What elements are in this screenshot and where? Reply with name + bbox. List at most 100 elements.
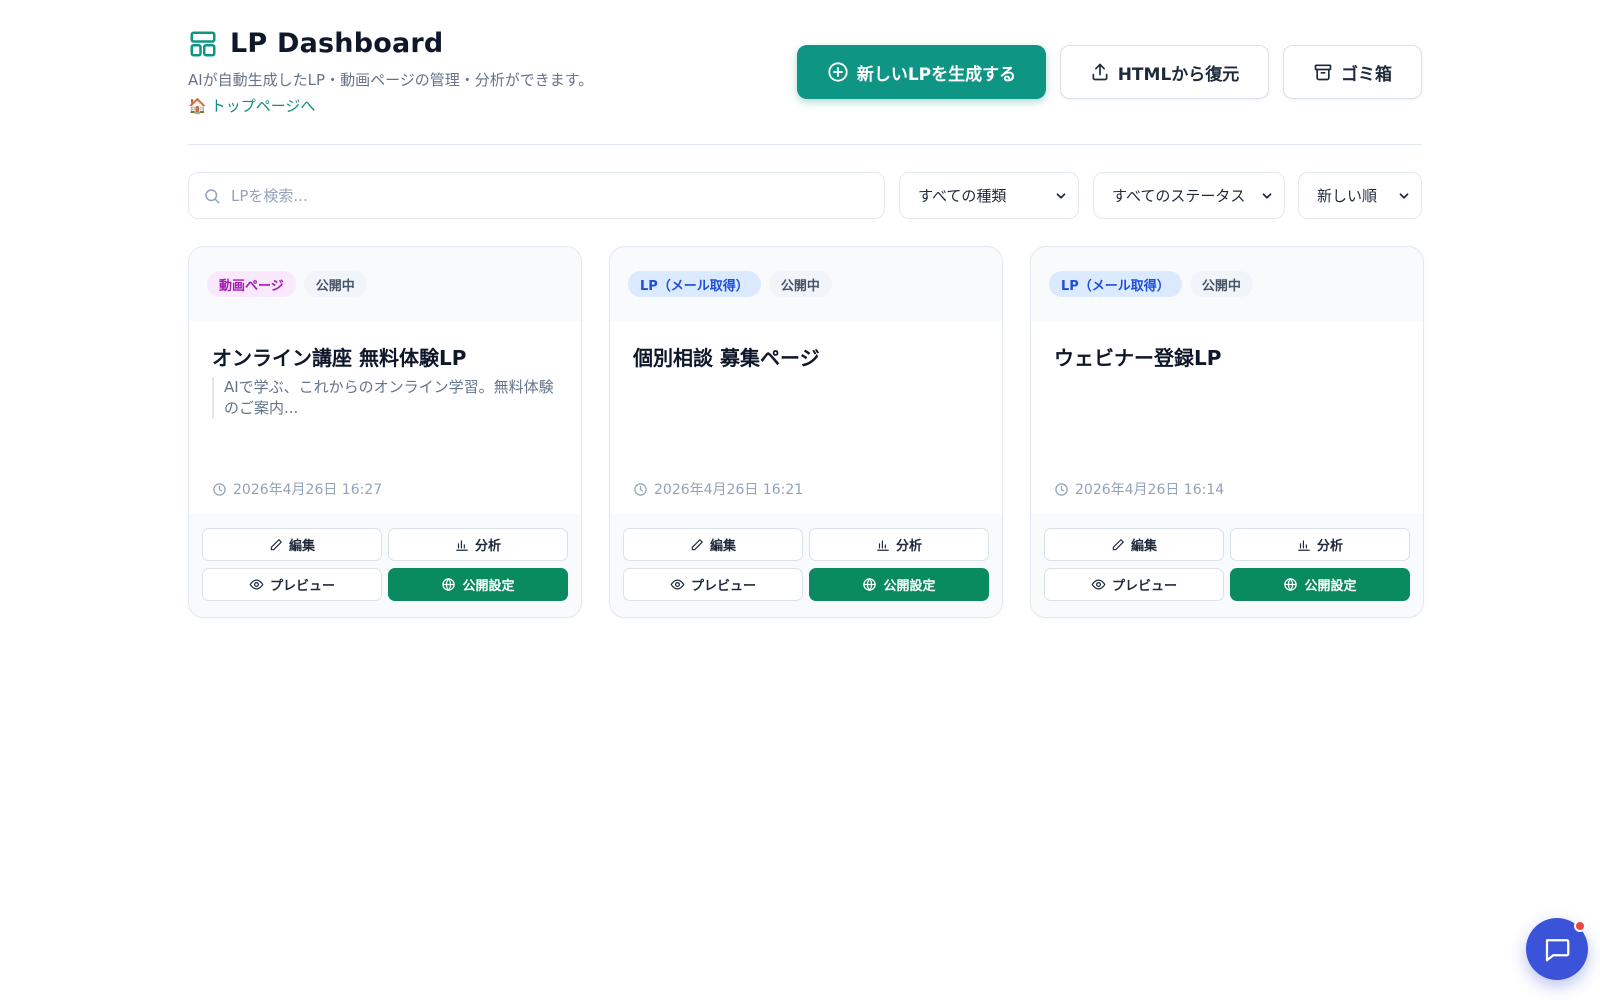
card-actions: 編集 分析 プレビュー 公開設定 — [189, 514, 581, 617]
preview-button[interactable]: プレビュー — [1044, 568, 1224, 601]
new-lp-button[interactable]: 新しいLPを生成する — [797, 45, 1046, 99]
globe-icon — [442, 577, 456, 592]
top-page-link-label: トップページへ — [210, 97, 316, 115]
card-date: 2026年4月26日 16:27 — [212, 479, 382, 499]
card-badges: 動画ページ 公開中 — [189, 247, 581, 321]
bar-chart-icon — [1298, 539, 1310, 551]
search-box — [188, 172, 885, 219]
status-badge: 公開中 — [303, 271, 367, 297]
eye-icon — [670, 579, 685, 590]
card-actions: 編集 分析 プレビュー 公開設定 — [610, 514, 1002, 617]
preview-button-label: プレビュー — [690, 579, 756, 594]
restore-html-button-label: HTMLから復元 — [1117, 64, 1240, 85]
restore-html-button[interactable]: HTMLから復元 — [1060, 45, 1269, 99]
pencil-icon — [270, 538, 282, 550]
chevron-down-icon — [1399, 192, 1409, 199]
status-badge: 公開中 — [1189, 271, 1253, 297]
card-date-text: 2026年4月26日 16:27 — [233, 482, 383, 498]
preview-button-label: プレビュー — [269, 579, 335, 594]
chat-widget-button[interactable] — [1526, 918, 1588, 980]
card-date: 2026年4月26日 16:21 — [633, 479, 803, 499]
globe-icon — [1284, 577, 1298, 592]
layout-icon — [190, 31, 216, 56]
lp-card: 動画ページ 公開中 オンライン講座 無料体験LP AIで学ぶ、これからのオンライ… — [188, 246, 582, 618]
search-input[interactable] — [231, 186, 831, 205]
clock-icon — [634, 482, 647, 496]
eye-icon — [249, 579, 264, 590]
bar-chart-icon — [456, 539, 468, 551]
edit-button[interactable]: 編集 — [1044, 528, 1224, 561]
title-row: LP Dashboard — [188, 28, 443, 59]
header-actions: 新しいLPを生成する HTMLから復元 ゴミ箱 — [797, 45, 1422, 99]
type-select-value: すべての種類 — [918, 187, 1007, 205]
card-title: 個別相談 募集ページ — [633, 346, 820, 370]
analytics-button[interactable]: 分析 — [809, 528, 989, 561]
lp-card-list: 動画ページ 公開中 オンライン講座 無料体験LP AIで学ぶ、これからのオンライ… — [188, 246, 1424, 618]
edit-button[interactable]: 編集 — [623, 528, 803, 561]
status-badge: 公開中 — [768, 271, 832, 297]
pencil-icon — [691, 538, 703, 550]
home-icon: 🏠 — [188, 96, 207, 115]
edit-button-label: 編集 — [709, 539, 736, 554]
lp-card: LP（メール取得） 公開中 ウェビナー登録LP 2026年4月26日 16:14… — [1030, 246, 1424, 618]
analytics-button[interactable]: 分析 — [1230, 528, 1410, 561]
plus-circle-icon — [828, 62, 848, 82]
publish-settings-button[interactable]: 公開設定 — [388, 568, 568, 601]
publish-settings-button[interactable]: 公開設定 — [809, 568, 989, 601]
analytics-button[interactable]: 分析 — [388, 528, 568, 561]
upload-icon — [1092, 63, 1108, 81]
preview-button-label: プレビュー — [1111, 579, 1177, 594]
archive-icon — [1314, 64, 1332, 81]
chevron-down-icon — [1262, 192, 1272, 199]
card-badges: LP（メール取得） 公開中 — [610, 247, 1002, 321]
analytics-button-label: 分析 — [1316, 539, 1343, 554]
page-header: LP Dashboard AIが自動生成したLP・動画ページの管理・分析ができま… — [188, 0, 1422, 145]
card-date: 2026年4月26日 16:14 — [1054, 479, 1224, 499]
edit-button-label: 編集 — [288, 539, 315, 554]
sort-select-value: 新しい順 — [1317, 187, 1378, 205]
filter-bar: すべての種類 すべてのステータス 新しい順 — [188, 172, 1422, 219]
search-icon — [205, 188, 220, 203]
clock-icon — [213, 482, 226, 496]
analytics-button-label: 分析 — [895, 539, 922, 554]
type-select[interactable]: すべての種類 — [899, 172, 1079, 219]
edit-button[interactable]: 編集 — [202, 528, 382, 561]
type-badge: 動画ページ — [207, 271, 296, 297]
dashboard: LP Dashboard AIが自動生成したLP・動画ページの管理・分析ができま… — [188, 0, 1424, 618]
type-badge: LP（メール取得） — [628, 271, 761, 297]
top-page-link[interactable]: 🏠 トップページへ — [188, 95, 315, 116]
status-select[interactable]: すべてのステータス — [1093, 172, 1285, 219]
card-date-text: 2026年4月26日 16:21 — [654, 482, 804, 498]
page-subtitle: AIが自動生成したLP・動画ページの管理・分析ができます。 — [188, 71, 594, 89]
analytics-button-label: 分析 — [474, 539, 501, 554]
trash-button-label: ゴミ箱 — [1341, 64, 1392, 85]
publish-settings-button-label: 公開設定 — [462, 579, 515, 594]
eye-icon — [1091, 579, 1106, 590]
notification-dot — [1574, 920, 1586, 932]
globe-icon — [863, 577, 877, 592]
type-badge: LP（メール取得） — [1049, 271, 1182, 297]
pencil-icon — [1112, 538, 1124, 550]
lp-card: LP（メール取得） 公開中 個別相談 募集ページ 2026年4月26日 16:2… — [609, 246, 1003, 618]
edit-button-label: 編集 — [1130, 539, 1157, 554]
card-date-text: 2026年4月26日 16:14 — [1075, 482, 1225, 498]
clock-icon — [1055, 482, 1068, 496]
card-title: オンライン講座 無料体験LP — [212, 346, 467, 370]
card-actions: 編集 分析 プレビュー 公開設定 — [1031, 514, 1423, 617]
new-lp-button-label: 新しいLPを生成する — [856, 64, 1017, 85]
publish-settings-button[interactable]: 公開設定 — [1230, 568, 1410, 601]
sort-select[interactable]: 新しい順 — [1298, 172, 1422, 219]
chevron-down-icon — [1056, 192, 1066, 199]
card-title: ウェビナー登録LP — [1054, 346, 1222, 370]
publish-settings-button-label: 公開設定 — [1304, 579, 1357, 594]
card-description: AIで学ぶ、これからのオンライン学習。無料体験のご案内... — [212, 377, 557, 419]
chat-icon — [1545, 939, 1570, 962]
preview-button[interactable]: プレビュー — [202, 568, 382, 601]
page-title: LP Dashboard — [230, 28, 444, 59]
status-select-value: すべてのステータス — [1112, 187, 1246, 205]
card-badges: LP（メール取得） 公開中 — [1031, 247, 1423, 321]
publish-settings-button-label: 公開設定 — [883, 579, 936, 594]
bar-chart-icon — [877, 539, 889, 551]
preview-button[interactable]: プレビュー — [623, 568, 803, 601]
trash-button[interactable]: ゴミ箱 — [1283, 45, 1422, 99]
